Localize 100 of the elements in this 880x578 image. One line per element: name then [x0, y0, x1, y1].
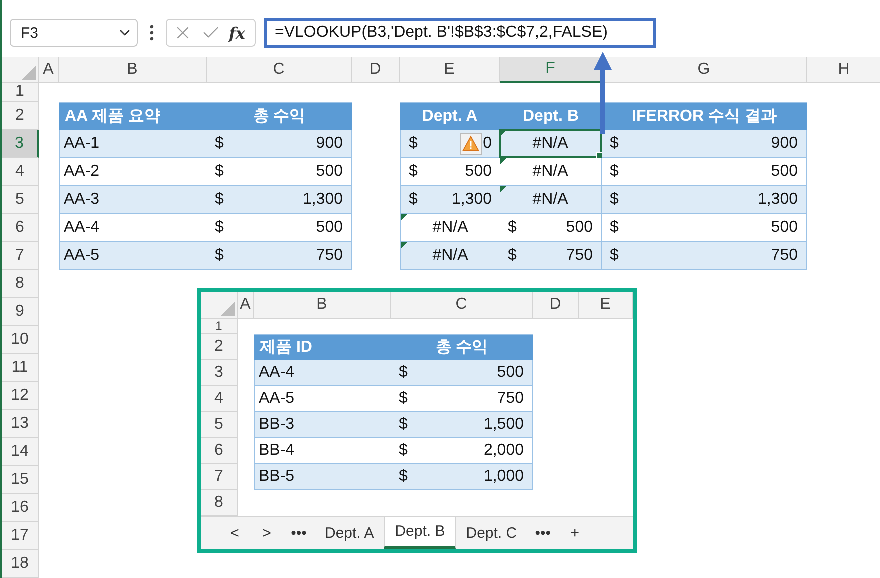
currency-symbol: $ — [610, 246, 619, 264]
add-sheet-button[interactable]: + — [559, 524, 592, 542]
column-header[interactable]: A — [238, 292, 254, 319]
amount: 750 — [566, 246, 593, 264]
row-header[interactable]: 2 — [2, 102, 39, 130]
sheet-tab[interactable]: Dept. A — [315, 517, 384, 549]
table-cell[interactable]: #N/A — [500, 158, 602, 186]
amount: 500 — [566, 218, 593, 236]
row-header[interactable]: 4 — [2, 158, 39, 186]
row-header[interactable]: 10 — [2, 326, 39, 354]
sheet-nav-button[interactable]: ••• — [283, 524, 315, 542]
amount: 500 — [316, 162, 343, 180]
column-header: 총 수익 — [207, 102, 352, 130]
error-value: #N/A — [532, 190, 568, 208]
insert-function-button[interactable]: fx — [229, 24, 246, 42]
table-cell[interactable]: $ 750 — [602, 242, 807, 270]
table-cell[interactable]: $ 500 — [602, 214, 807, 242]
amount: 500 — [771, 218, 798, 236]
currency-symbol: $ — [399, 416, 408, 434]
currency-symbol: $ — [215, 134, 224, 152]
amount: 0 — [483, 134, 492, 152]
currency-symbol: $ — [215, 218, 224, 236]
table-cell[interactable]: $ 750 — [500, 242, 602, 270]
table-cell: AA-4 — [59, 214, 207, 242]
table-cell: AA-1 — [59, 130, 207, 158]
amount: 900 — [771, 134, 798, 152]
table-cell: BB-3 — [254, 412, 391, 438]
table-cell[interactable]: $ 0 — [400, 130, 500, 158]
table-cell[interactable]: $ 900 — [602, 130, 807, 158]
column-header[interactable]: E — [400, 57, 500, 83]
row-header[interactable]: 8 — [201, 490, 238, 516]
cell-reference: F3 — [21, 24, 39, 42]
row-header[interactable]: 4 — [201, 386, 238, 412]
currency-symbol: $ — [610, 190, 619, 208]
row-header[interactable]: 3 — [201, 360, 238, 386]
sheet-tab[interactable]: Dept. B — [384, 517, 456, 549]
row-header[interactable]: 11 — [2, 354, 39, 382]
column-header[interactable]: C — [207, 57, 352, 83]
amount: 500 — [316, 218, 343, 236]
table-cell[interactable]: $ 1,300 — [602, 186, 807, 214]
row-header[interactable]: 13 — [2, 410, 39, 438]
row-header[interactable]: 12 — [2, 382, 39, 410]
row-header[interactable]: 2 — [201, 334, 238, 360]
more-sheets-button[interactable]: ••• — [527, 524, 560, 542]
column-header[interactable]: D — [533, 292, 579, 319]
column-header[interactable]: B — [59, 57, 207, 83]
currency-symbol: $ — [409, 190, 418, 208]
sheet-nav-button[interactable]: < — [219, 524, 251, 542]
select-all-icon[interactable] — [22, 66, 36, 80]
table-cell[interactable]: #N/A — [500, 186, 602, 214]
table-cell[interactable]: $ 500 — [400, 158, 500, 186]
row-header[interactable]: 15 — [2, 466, 39, 494]
currency-symbol: $ — [215, 162, 224, 180]
column-header[interactable]: C — [391, 292, 533, 319]
amount: 2,000 — [484, 442, 524, 460]
row-header[interactable]: 16 — [2, 494, 39, 522]
column-header[interactable]: E — [579, 292, 633, 319]
sheet-tab[interactable]: Dept. C — [456, 517, 528, 549]
currency-symbol: $ — [610, 162, 619, 180]
select-all-icon[interactable] — [221, 302, 235, 316]
error-value: #N/A — [432, 218, 468, 236]
amount: 750 — [316, 246, 343, 264]
more-options-icon[interactable] — [150, 25, 154, 41]
row-header[interactable]: 9 — [2, 298, 39, 326]
currency-symbol: $ — [409, 134, 418, 152]
column-header[interactable]: F — [500, 57, 602, 83]
table-cell[interactable]: $ 500 — [602, 158, 807, 186]
row-header[interactable]: 18 — [2, 550, 39, 578]
amount: 750 — [771, 246, 798, 264]
column-header[interactable]: B — [254, 292, 391, 319]
row-header[interactable]: 7 — [201, 464, 238, 490]
row-header[interactable]: 5 — [201, 412, 238, 438]
currency-symbol: $ — [399, 468, 408, 486]
row-header[interactable]: 1 — [201, 319, 238, 334]
table-cell[interactable]: $ 500 — [500, 214, 602, 242]
row-header[interactable]: 8 — [2, 270, 39, 298]
row-header[interactable]: 7 — [2, 242, 39, 270]
row-header[interactable]: 3 — [2, 130, 39, 158]
row-header[interactable]: 6 — [201, 438, 238, 464]
row-header[interactable]: 1 — [2, 83, 39, 102]
row-header[interactable]: 17 — [2, 522, 39, 550]
row-header[interactable]: 5 — [2, 186, 39, 214]
name-box[interactable]: F3 — [10, 19, 138, 47]
currency-symbol: $ — [215, 190, 224, 208]
warning-icon[interactable] — [460, 132, 482, 154]
table-cell[interactable]: #N/A — [400, 214, 500, 242]
table-cell: AA-2 — [59, 158, 207, 186]
sheet-nav-button[interactable]: > — [251, 524, 283, 542]
column-header[interactable]: A — [39, 57, 59, 83]
amount: 500 — [497, 364, 524, 382]
column-header[interactable]: D — [352, 57, 400, 83]
column-header[interactable]: H — [807, 57, 880, 83]
currency-symbol: $ — [399, 442, 408, 460]
row-header[interactable]: 6 — [2, 214, 39, 242]
formula-bar[interactable]: =VLOOKUP(B3,'Dept. B'!$B$3:$C$7,2,FALSE) — [264, 18, 656, 48]
row-header[interactable]: 14 — [2, 438, 39, 466]
table-cell[interactable]: $ 1,300 — [400, 186, 500, 214]
table-cell[interactable]: #N/A — [400, 242, 500, 270]
column-header: Dept. B — [500, 102, 602, 130]
column-header: 총 수익 — [391, 334, 533, 360]
